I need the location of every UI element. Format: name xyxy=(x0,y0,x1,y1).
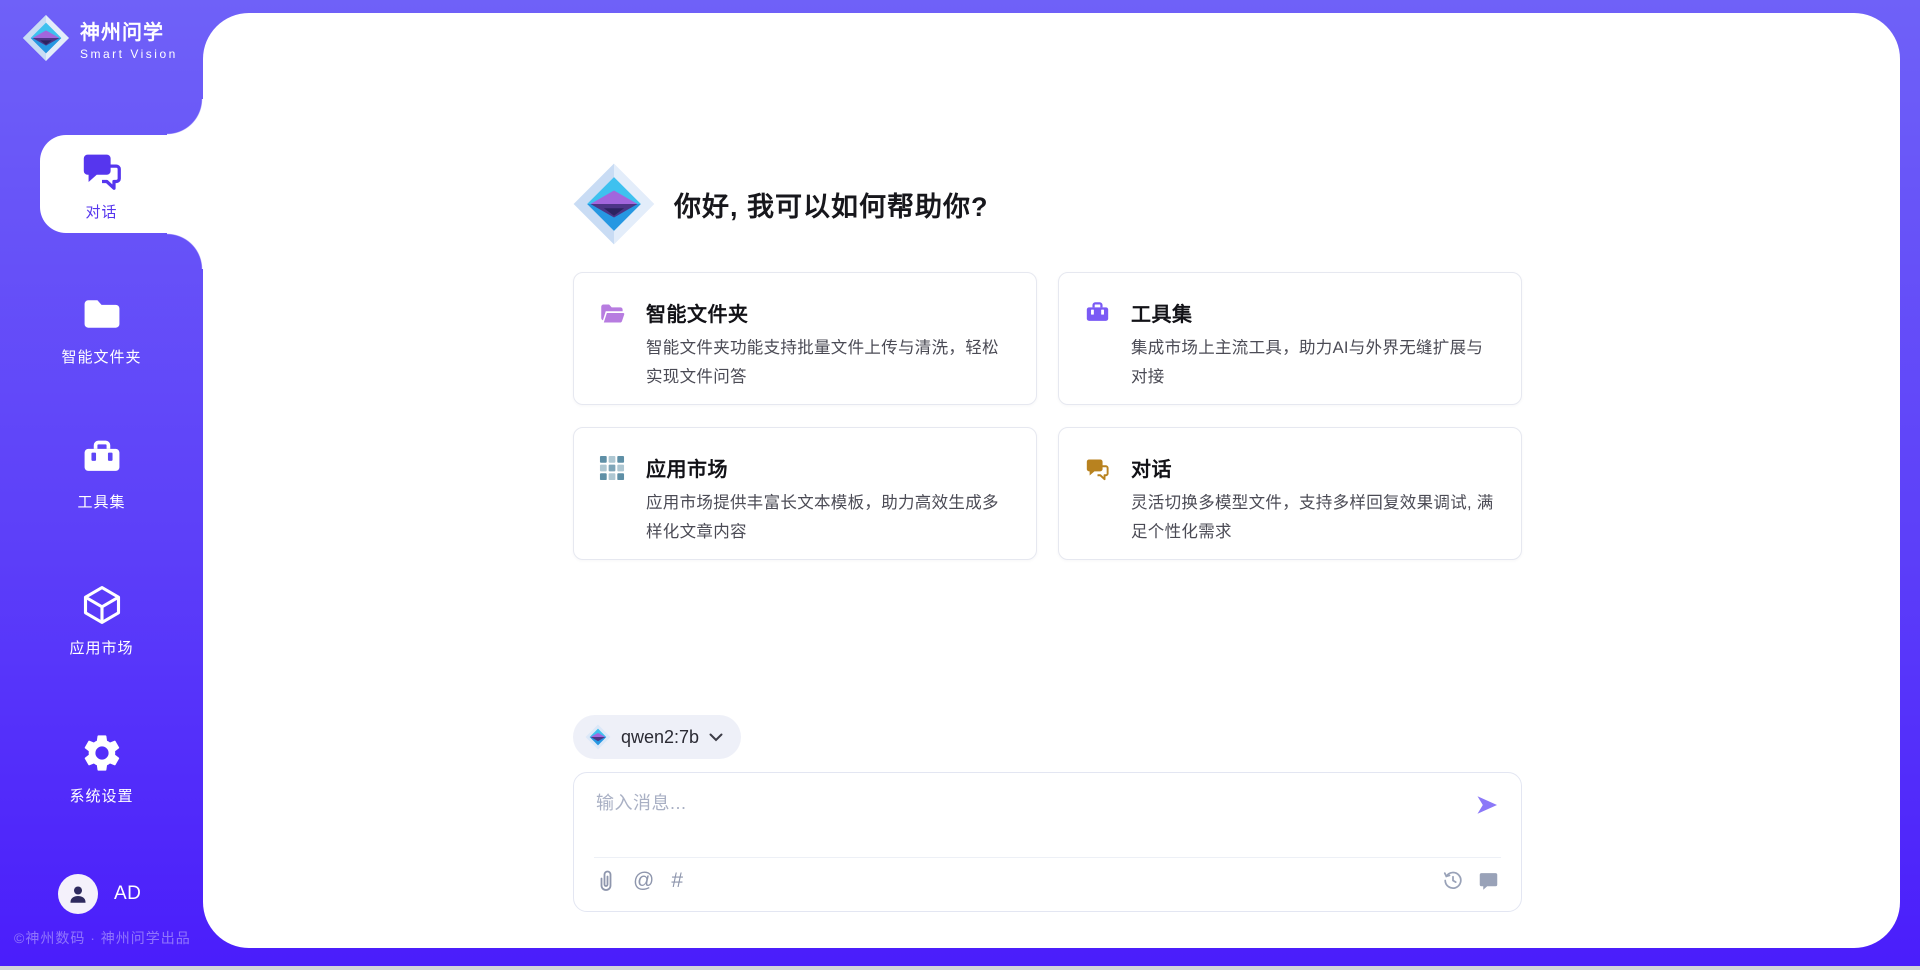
card-app-market[interactable]: 应用市场 应用市场提供丰富长文本模板，助力高效生成多样化文章内容 xyxy=(573,427,1037,560)
topic-icon[interactable]: # xyxy=(671,869,683,893)
sidebar-item-settings[interactable]: 系统设置 xyxy=(0,731,203,806)
folder-open-icon xyxy=(599,298,646,404)
chevron-down-icon xyxy=(709,733,723,742)
card-description: 灵活切换多模型文件，支持多样回复效果调试, 满足个性化需求 xyxy=(1131,489,1497,547)
card-description: 智能文件夹功能支持批量文件上传与清洗，轻松实现文件问答 xyxy=(646,334,1012,392)
message-composer[interactable]: 输入消息... @ # xyxy=(573,772,1522,912)
cube-icon xyxy=(80,583,124,627)
tab-curve-top xyxy=(167,99,203,135)
person-icon xyxy=(66,882,90,906)
history-icon[interactable] xyxy=(1442,869,1464,891)
bottom-edge-strip xyxy=(0,966,1920,970)
grid-icon xyxy=(599,453,646,559)
card-toolset[interactable]: 工具集 集成市场上主流工具，助力AI与外界无缝扩展与对接 xyxy=(1058,272,1522,405)
sidebar-item-label: 对话 xyxy=(85,201,117,222)
model-logo-icon xyxy=(585,724,611,750)
card-title: 对话 xyxy=(1131,453,1497,482)
tab-curve-bottom xyxy=(167,233,203,269)
card-smart-folder[interactable]: 智能文件夹 智能文件夹功能支持批量文件上传与清洗，轻松实现文件问答 xyxy=(573,272,1037,405)
sidebar-item-label: 应用市场 xyxy=(69,637,133,658)
toolbox-icon xyxy=(1084,298,1131,404)
composer-divider xyxy=(594,857,1501,858)
feedback-bubble-icon[interactable] xyxy=(1478,870,1499,891)
model-selector[interactable]: qwen2:7b xyxy=(573,715,741,759)
sidebar-item-label: 工具集 xyxy=(77,491,125,512)
sidebar-item-toolset[interactable]: 工具集 xyxy=(0,437,203,512)
copyright-text: ©神州数码 · 神州问学出品 xyxy=(14,928,191,948)
app-logo-icon xyxy=(572,162,656,246)
sidebar-item-label: 智能文件夹 xyxy=(61,346,141,367)
toolbox-icon xyxy=(80,437,124,481)
chat-bubbles-icon xyxy=(1084,453,1131,559)
chat-bubbles-icon xyxy=(79,147,125,193)
attachment-icon[interactable] xyxy=(596,869,616,893)
sidebar-item-chat[interactable]: 对话 xyxy=(40,135,215,233)
model-name: qwen2:7b xyxy=(621,727,699,748)
card-chat[interactable]: 对话 灵活切换多模型文件，支持多样回复效果调试, 满足个性化需求 xyxy=(1058,427,1522,560)
greeting-title: 你好, 我可以如何帮助你? xyxy=(674,185,989,224)
greeting-block: 你好, 我可以如何帮助你? xyxy=(572,162,989,246)
avatar xyxy=(58,874,98,914)
mention-icon[interactable]: @ xyxy=(633,869,654,893)
feature-cards: 智能文件夹 智能文件夹功能支持批量文件上传与清洗，轻松实现文件问答 工具集 集成… xyxy=(573,272,1522,560)
card-title: 智能文件夹 xyxy=(646,298,1012,327)
folder-icon xyxy=(80,292,124,336)
brand-name: 神州问学 xyxy=(80,16,178,45)
card-title: 工具集 xyxy=(1131,298,1497,327)
brand: 神州问学 Smart Vision xyxy=(22,14,178,62)
card-title: 应用市场 xyxy=(646,453,1012,482)
brand-subtitle: Smart Vision xyxy=(80,47,178,61)
user-name: AD xyxy=(114,883,141,905)
sidebar-item-smart-folder[interactable]: 智能文件夹 xyxy=(0,292,203,367)
send-icon[interactable] xyxy=(1475,793,1499,817)
sidebar-item-app-market[interactable]: 应用市场 xyxy=(0,583,203,658)
user-account[interactable]: AD xyxy=(58,874,141,914)
card-description: 集成市场上主流工具，助力AI与外界无缝扩展与对接 xyxy=(1131,334,1497,392)
card-description: 应用市场提供丰富长文本模板，助力高效生成多样化文章内容 xyxy=(646,489,1012,547)
sidebar-item-label: 系统设置 xyxy=(69,785,133,806)
brand-logo-icon xyxy=(22,14,70,62)
message-input[interactable]: 输入消息... xyxy=(596,789,687,815)
gear-icon xyxy=(80,731,124,775)
